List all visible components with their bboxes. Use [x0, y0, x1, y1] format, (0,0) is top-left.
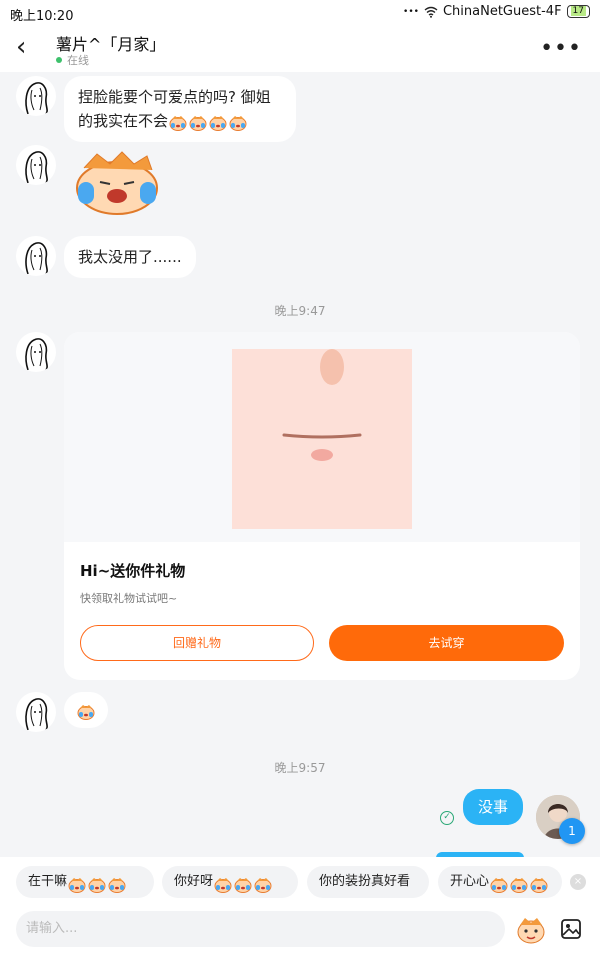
crying-emoji-icon — [189, 114, 207, 131]
timestamp: 晚上9:47 — [274, 304, 326, 318]
network-name: ChinaNetGuest-4F — [442, 4, 562, 19]
quick-reply-chip[interactable]: 你好呀 — [162, 866, 298, 898]
message-bubble — [64, 692, 108, 728]
gift-card-subtitle: 快领取礼物试试吧~ — [80, 592, 178, 605]
quick-reply-text: 你的装扮真好看 — [319, 874, 411, 889]
crying-emoji-icon — [68, 874, 86, 893]
timestamp: 晚上9:57 — [274, 761, 326, 775]
gift-card[interactable]: Hi~送你件礼物 快领取礼物试试吧~ 回赠礼物 去试穿 — [64, 332, 580, 680]
more-dots-icon[interactable]: ••• — [540, 36, 582, 61]
read-check-icon: ✓ — [440, 811, 454, 825]
message-bubble: 捏脸能要个可爱点的吗? 御姐 的我实在不会 — [64, 76, 296, 142]
try-on-button[interactable]: 去试穿 — [329, 625, 564, 661]
gift-face-image — [232, 349, 412, 529]
return-gift-button[interactable]: 回赠礼物 — [80, 625, 314, 661]
quick-reply-chip[interactable]: 在干嘛 — [16, 866, 154, 898]
avatar-sketch-icon — [25, 242, 48, 275]
online-status-text: 在线 — [67, 54, 89, 67]
status-right: ••• ChinaNetGuest-4F 17 — [403, 4, 590, 19]
quick-reply-text: 你好呀 — [174, 874, 214, 889]
contact-avatar[interactable] — [16, 692, 56, 732]
contact-avatar[interactable] — [16, 332, 56, 372]
message-input[interactable]: 请输入... — [16, 911, 505, 947]
emoji-button-icon[interactable] — [516, 915, 546, 945]
message-text: 我太没用了...... — [78, 248, 182, 266]
online-status: 在线 — [56, 52, 89, 68]
back-arrow-icon[interactable]: ‹ — [16, 34, 40, 60]
gift-image-area — [64, 332, 580, 542]
crying-emoji-icon — [229, 114, 247, 131]
contact-avatar[interactable] — [16, 236, 56, 276]
crying-emoji-icon — [214, 874, 232, 893]
avatar-sketch-icon — [25, 151, 48, 184]
chat-header: ‹ 薯片^「月家」 在线 ••• — [0, 26, 600, 72]
crying-emoji-icon — [88, 874, 106, 893]
unread-badge[interactable]: 1 — [559, 818, 585, 844]
avatar-sketch-icon — [25, 338, 48, 371]
battery-indicator: 17 — [566, 5, 590, 18]
wifi-icon — [424, 6, 438, 18]
crying-emoji-icon — [169, 114, 187, 131]
close-quick-replies-icon[interactable]: × — [570, 874, 586, 890]
avatar-sketch-icon — [25, 698, 48, 731]
quick-reply-text: 在干嘛 — [28, 874, 68, 889]
crying-emoji-icon — [510, 874, 528, 893]
crying-emoji-icon — [490, 874, 508, 893]
crying-emoji-icon — [254, 874, 272, 893]
quick-reply-chip[interactable]: 你的装扮真好看 — [307, 866, 429, 898]
crying-emoji-icon — [234, 874, 252, 893]
quick-reply-chip[interactable]: 开心心 — [438, 866, 562, 898]
online-dot-icon — [56, 57, 62, 63]
gift-card-title: Hi~送你件礼物 — [80, 562, 186, 580]
status-bar: 晚上10:20 ••• ChinaNetGuest-4F 17 — [0, 0, 600, 26]
crying-emoji-icon — [209, 114, 227, 131]
message-text: 的我实在不会 — [78, 112, 169, 130]
contact-avatar[interactable] — [16, 76, 56, 116]
image-button-icon[interactable] — [560, 918, 582, 940]
crying-emoji-icon — [108, 874, 126, 893]
bottom-bar: 在干嘛 你好呀 你的装扮真好看 开心心 × 请输入... — [0, 857, 600, 960]
message-text: 捏脸能要个可爱点的吗? 御姐 — [78, 88, 271, 106]
crying-emoji-icon — [530, 874, 548, 893]
message-bubble: 我太没用了...... — [64, 236, 196, 278]
sent-message-bubble: 没事 — [463, 789, 523, 825]
crying-emoji-icon — [77, 703, 95, 720]
contact-avatar[interactable] — [16, 145, 56, 185]
status-time: 晚上10:20 — [10, 9, 74, 24]
avatar-sketch-icon — [25, 82, 48, 115]
quick-reply-text: 开心心 — [450, 874, 490, 889]
battery-level: 17 — [570, 6, 586, 16]
sticker-icon — [72, 148, 162, 218]
status-dots: ••• — [403, 6, 419, 17]
